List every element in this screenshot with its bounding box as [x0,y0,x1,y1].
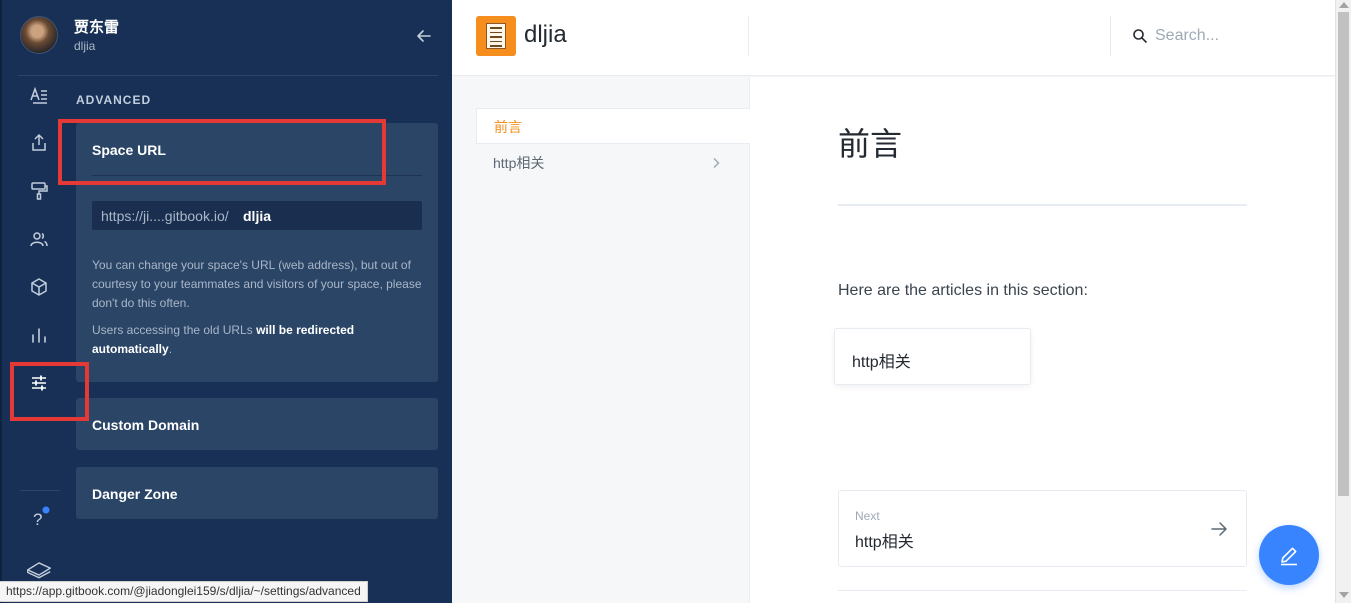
paint-roller-icon[interactable] [26,178,52,204]
share-upload-icon[interactable] [26,130,52,156]
section-label: ADVANCED [76,93,152,107]
user-handle: dljia [74,39,96,53]
settings-icon-highlight-box [10,362,89,421]
footer-divider [838,590,1247,591]
space-url-input[interactable] [243,208,413,224]
scroll-thumb[interactable] [1338,12,1349,496]
user-header: 贾东雷 dljia [18,14,438,76]
arrow-right-icon [1211,522,1227,536]
gitbook-logo-icon[interactable] [26,556,52,582]
header-divider [1110,16,1111,56]
pencil-icon [1281,547,1297,566]
space-header: dljia [452,0,1335,76]
chevron-right-icon[interactable] [710,157,722,169]
arrow-left-icon[interactable] [414,26,434,46]
nav-item-preface[interactable]: 前言 [476,108,750,144]
space-url-help-text: You can change your space's URL (web add… [92,258,422,310]
redirect-note: Users accessing the old URLs will be red… [92,321,428,359]
nav-item-label: http相关 [493,155,545,171]
article-link-label: http相关 [852,354,911,371]
custom-domain-card[interactable]: Custom Domain [76,398,438,450]
page-content: 前言 Here are the articles in this section… [750,77,1335,603]
members-icon[interactable] [26,226,52,252]
rail-divider [20,490,60,491]
analytics-bar-icon[interactable] [26,322,52,348]
search-icon [1133,29,1147,43]
next-page-card[interactable]: Next http相关 [838,490,1247,567]
scroll-up-arrow-icon[interactable] [1339,2,1349,8]
space-logo-icon[interactable] [476,16,516,56]
redirect-note-prefix: Users accessing the old URLs [92,323,257,337]
danger-zone-title: Danger Zone [92,486,178,502]
redirect-note-suffix: . [168,342,173,356]
search-input[interactable] [1155,25,1315,47]
section-intro: Here are the articles in this section: [838,282,1088,299]
title-divider [838,204,1247,206]
next-page-title: http相关 [855,534,914,551]
text-format-icon[interactable] [26,82,52,108]
page-scrollbar[interactable] [1335,0,1351,603]
page-navigation: 前言 http相关 [452,77,750,603]
url-prefix: https://ji....gitbook.io/ [101,208,229,224]
help-icon[interactable]: ? [26,505,52,531]
app-window: 贾东雷 dljia ? ADVANCED Space URL https://j… [0,0,1351,603]
avatar[interactable] [20,16,58,54]
edit-fab-button[interactable] [1259,525,1319,585]
user-name: 贾东雷 [74,19,120,36]
space-url-highlight-box [58,119,386,185]
custom-domain-title: Custom Domain [92,417,200,433]
space-url-field[interactable]: https://ji....gitbook.io/ [92,201,422,230]
article-link-card[interactable]: http相关 [834,328,1031,385]
space-name[interactable]: dljia [524,21,567,49]
danger-zone-card[interactable]: Danger Zone [76,467,438,519]
settings-sidebar: 贾东雷 dljia ? ADVANCED Space URL https://j… [0,0,452,603]
header-divider [748,16,749,56]
next-label: Next [855,509,880,523]
svg-text:?: ? [33,510,42,529]
page-title: 前言 [838,126,903,162]
nav-item-http[interactable]: http相关 [476,145,750,181]
link-status-bar: https://app.gitbook.com/@jiadonglei159/s… [0,581,368,602]
integrations-box-icon[interactable] [26,274,52,300]
scroll-down-arrow-icon[interactable] [1339,592,1349,598]
